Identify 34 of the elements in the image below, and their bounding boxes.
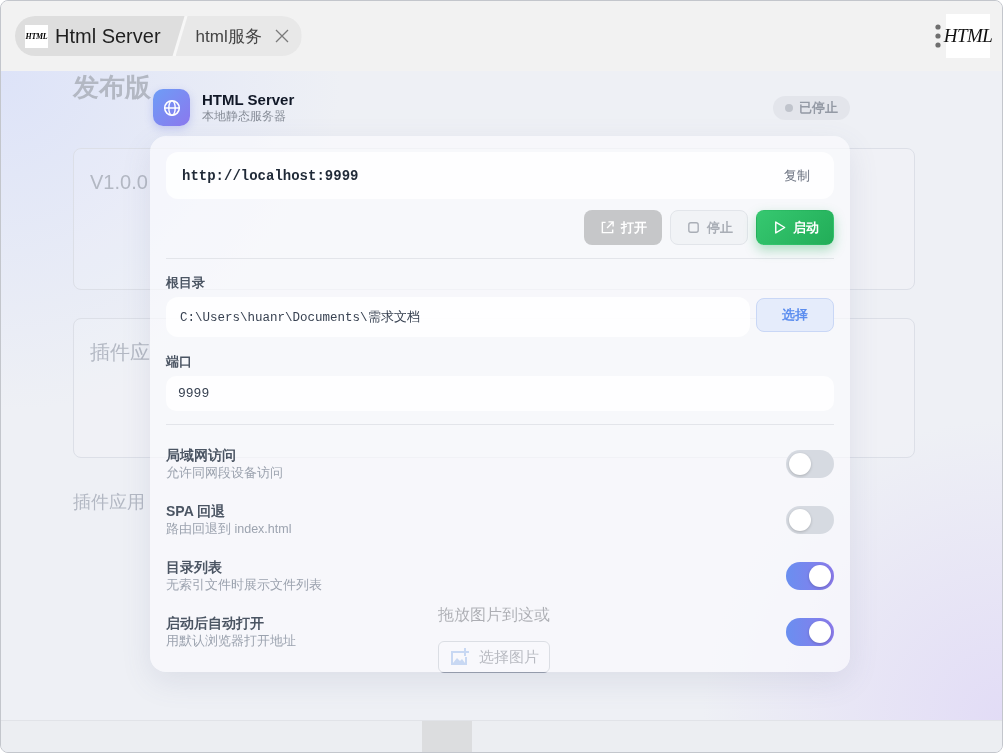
more-icon[interactable] [935, 24, 941, 48]
section-title: 插件应 [90, 340, 150, 365]
field-label: 端口 [166, 354, 192, 370]
setting-description: 路由回退到 index.html [166, 521, 292, 538]
choose-button[interactable]: 选择 [756, 298, 834, 332]
globe-icon [153, 89, 190, 126]
stop-icon [685, 220, 701, 235]
server-url: http://localhost:9999 [182, 167, 359, 184]
image-icon [449, 647, 469, 667]
setting-title: 局域网访问 [166, 446, 236, 465]
page-tab[interactable]: html服务 [175, 16, 302, 56]
toggle-switch[interactable] [786, 562, 834, 590]
port-field[interactable]: 9999 [166, 376, 834, 411]
setting-description: 用默认浏览器打开地址 [166, 633, 296, 650]
setting-title: 目录列表 [166, 558, 222, 577]
field-label: 根目录 [166, 275, 205, 291]
external-link-icon [599, 220, 615, 235]
setting-title: 启动后自动打开 [166, 614, 264, 633]
app-tab[interactable]: HTML Html Server [15, 16, 185, 56]
app-subtitle: 本地静态服务器 [202, 109, 286, 124]
app-logo: HTML [25, 24, 48, 48]
toggle-switch[interactable] [786, 450, 834, 478]
status-label: 已停止 [799, 98, 838, 117]
setting-title: SPA 回退 [166, 502, 226, 521]
setting-description: 无索引文件时展示文件列表 [166, 577, 322, 594]
drop-hint: 拖放图片到这或 [438, 605, 550, 625]
setting-description: 允许同网段设备访问 [166, 465, 283, 482]
copy-button[interactable]: 复制 [768, 160, 826, 191]
close-icon[interactable] [273, 28, 290, 44]
path-field[interactable]: C:\Users\huanr\Documents\需求文档 [166, 297, 750, 337]
toggle-switch[interactable] [786, 618, 834, 646]
section-label: 插件应用 [73, 491, 145, 514]
toggle-switch[interactable] [786, 506, 834, 534]
app-name: HTML Server [202, 91, 295, 109]
